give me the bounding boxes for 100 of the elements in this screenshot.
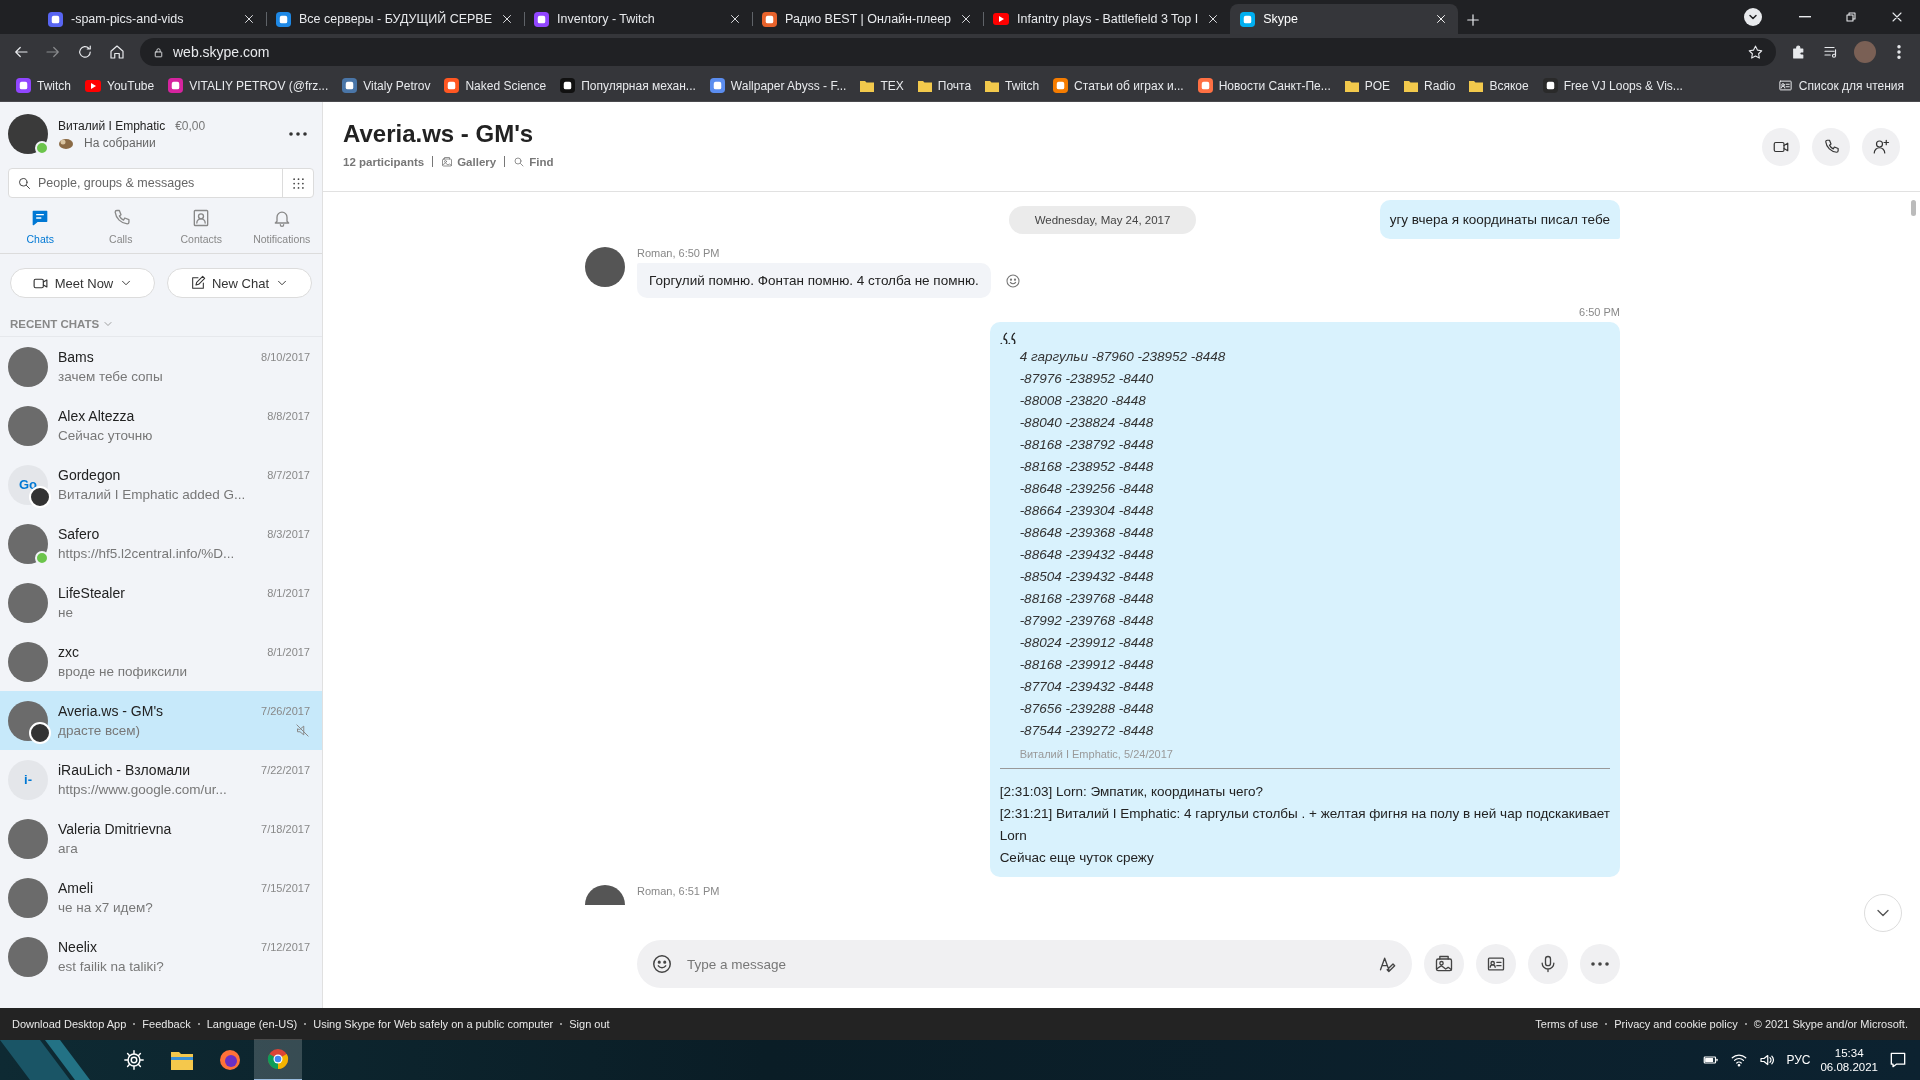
avatar-photo <box>8 405 48 446</box>
message-composer[interactable]: Type a message <box>637 940 1412 988</box>
bookmark[interactable]: Популярная механ... <box>554 74 702 97</box>
chat-list-item[interactable]: Neelix 7/12/2017 est failik na taliki? <box>0 927 322 986</box>
bookmark[interactable]: Новости Санкт-Пе... <box>1191 74 1337 97</box>
browser-tab[interactable]: -spam-pics-and-vids <box>38 4 266 34</box>
quoted-line: -88168 -239768 -8448 <box>1018 590 1155 608</box>
search-field[interactable]: People, groups & messages <box>38 170 282 196</box>
search-icon <box>17 175 32 191</box>
chat-name: Valeria Dmitrievna <box>58 821 172 837</box>
browser-tab[interactable]: Infantry plays - Battlefield 3 Top I <box>983 4 1231 34</box>
star-icon[interactable] <box>1747 43 1764 61</box>
bookmark[interactable]: Free VJ Loops & Vis... <box>1536 74 1689 97</box>
chat-list-item[interactable]: Safero 8/3/2017 https://hf5.l2central.info/%D... <box>0 514 322 573</box>
microphone-button[interactable] <box>1528 944 1568 984</box>
chat-list-item[interactable]: zxc 8/1/2017 вроде не пофиксили <box>0 632 322 691</box>
chat-preview: est failik na taliki? <box>58 959 164 974</box>
new-chat-button[interactable]: New Chat <box>167 268 312 298</box>
home-icon[interactable] <box>108 43 126 61</box>
profile-name: Виталий I Emphatic <box>58 118 166 133</box>
chat-list-item[interactable]: i- iRauLich - Взломали 7/22/2017 https://www.google.com/ur... <box>0 750 322 809</box>
gallery-link[interactable]: Gallery <box>441 155 497 168</box>
minimize-icon <box>1799 16 1811 18</box>
chat-list-item[interactable]: LifeStealer 8/1/2017 не <box>0 573 322 632</box>
notification-icon[interactable] <box>1888 1050 1908 1070</box>
chat-name: iRauLich - Взломали <box>58 762 191 778</box>
bookmark[interactable]: Статьи об играх и... <box>1047 74 1190 97</box>
reading-list-button[interactable]: Список для чтения <box>1771 74 1910 97</box>
browser-tab[interactable]: Inventory - Twitch <box>524 4 753 34</box>
chat-list-item[interactable]: Go Gordegon 8/7/2017 Виталий I Emphatic added G... <box>0 455 322 514</box>
bookmark[interactable]: YouTube <box>79 74 161 97</box>
emoji-reaction-icon[interactable] <box>1004 272 1021 289</box>
format-icon[interactable] <box>1378 954 1398 974</box>
add-people-button[interactable] <box>1862 127 1900 166</box>
reload-icon[interactable] <box>76 43 94 61</box>
message-field[interactable]: Type a message <box>687 949 1364 979</box>
gear-icon <box>123 1049 145 1071</box>
chat-date: 8/3/2017 <box>267 528 310 540</box>
quoted-line: -88648 -239368 -8448 <box>1018 524 1155 542</box>
quoted-line: -87976 -238952 -8440 <box>1018 370 1155 388</box>
status-text[interactable]: На собрании <box>84 135 156 150</box>
quote-icon <box>999 332 1016 344</box>
chat-date: 7/22/2017 <box>261 764 310 776</box>
participants-link[interactable]: 12 participants <box>343 155 425 168</box>
contact-card-button[interactable] <box>1476 944 1516 984</box>
quoted-line: -88504 -239432 -8448 <box>1018 568 1155 586</box>
profile-menu-button[interactable] <box>1744 8 1762 26</box>
footer-link[interactable]: Using Skype for Web safely on a public computer <box>313 1018 554 1030</box>
chat-list-item[interactable]: Valeria Dmitrievna 7/18/2017 ага <box>0 809 322 868</box>
find-link[interactable]: Find <box>513 155 554 168</box>
avatar-photo <box>8 346 48 387</box>
call-button[interactable] <box>1812 127 1850 166</box>
video-call-button[interactable] <box>1762 127 1800 166</box>
search-bar[interactable]: People, groups & messages <box>8 168 314 198</box>
bookmark[interactable]: Vitaly Petrov <box>336 74 437 97</box>
footer-link[interactable]: Download Desktop App <box>12 1018 127 1030</box>
gallery-icon <box>441 155 454 168</box>
close-icon[interactable] <box>242 12 256 26</box>
avatar-photo <box>585 247 625 287</box>
quoted-line: -87544 -239272 -8448 <box>1018 722 1155 740</box>
chat-name: Alex Altezza <box>58 408 135 424</box>
more-button[interactable] <box>1580 944 1620 984</box>
chat-date: 8/10/2017 <box>261 351 310 363</box>
chat-list-item[interactable]: Alex Altezza 8/8/2017 Сейчас уточню <box>0 396 322 455</box>
bookmark[interactable]: Naked Science <box>438 74 553 97</box>
chat-preview: https://hf5.l2central.info/%D... <box>58 546 235 561</box>
bookmark[interactable]: POE <box>1338 74 1397 97</box>
chat-name: Neelix <box>58 939 97 955</box>
meet-now-button[interactable]: Meet Now <box>10 268 155 298</box>
bookmark[interactable]: Radio <box>1398 74 1462 97</box>
footer-link[interactable]: Terms of use <box>1535 1018 1599 1030</box>
bookmark[interactable]: Почта <box>911 74 978 97</box>
chat-list-item[interactable]: Bams 8/10/2017 зачем тебе сопы <box>0 337 322 396</box>
bookmark[interactable]: Twitch <box>10 74 77 97</box>
browser-tab[interactable]: Все серверы - БУДУЩИЙ СЕРВЕ <box>266 4 525 34</box>
footer-link[interactable]: Sign out <box>569 1018 610 1030</box>
nav-tab[interactable]: Chats <box>0 208 81 245</box>
profile-photo[interactable] <box>8 114 48 154</box>
chat-list-item[interactable]: Ameli 7/15/2017 че на х7 идем? <box>0 868 322 927</box>
gallery-icon <box>1434 954 1454 974</box>
browser-tab[interactable]: Skype <box>1230 4 1459 34</box>
bookmark[interactable]: VITALIY PETROV (@frz... <box>162 74 335 97</box>
scrollbar-thumb[interactable] <box>1911 200 1916 216</box>
footer-link[interactable]: Privacy and cookie policy <box>1614 1018 1738 1030</box>
wifi-icon[interactable] <box>1730 1051 1749 1069</box>
chat-list-item[interactable]: Averia.ws - GM's 7/26/2017 драсте всем) <box>0 691 322 750</box>
message-line: Lorn <box>999 827 1027 845</box>
footer-link[interactable]: Feedback <box>142 1018 191 1030</box>
browser-tab[interactable]: Радио BEST | Онлайн-плеер <box>752 4 984 34</box>
bookmark[interactable]: Всякое <box>1463 74 1535 97</box>
address-bar[interactable]: web.skype.com <box>140 38 1776 66</box>
bookmark[interactable]: Twitch <box>979 74 1046 97</box>
bookmark[interactable]: TEX <box>854 74 910 97</box>
language-indicator[interactable]: РУС <box>1786 1053 1811 1067</box>
emoji-icon[interactable] <box>651 953 673 975</box>
gallery-button[interactable] <box>1424 944 1464 984</box>
clock[interactable]: 15:34 06.08.2021 <box>1820 1047 1878 1073</box>
footer-link[interactable]: Language (en-US) <box>206 1018 298 1030</box>
quoted-line: -88024 -239912 -8448 <box>1018 634 1155 652</box>
bookmark[interactable]: Wallpaper Abyss - F... <box>703 74 853 97</box>
